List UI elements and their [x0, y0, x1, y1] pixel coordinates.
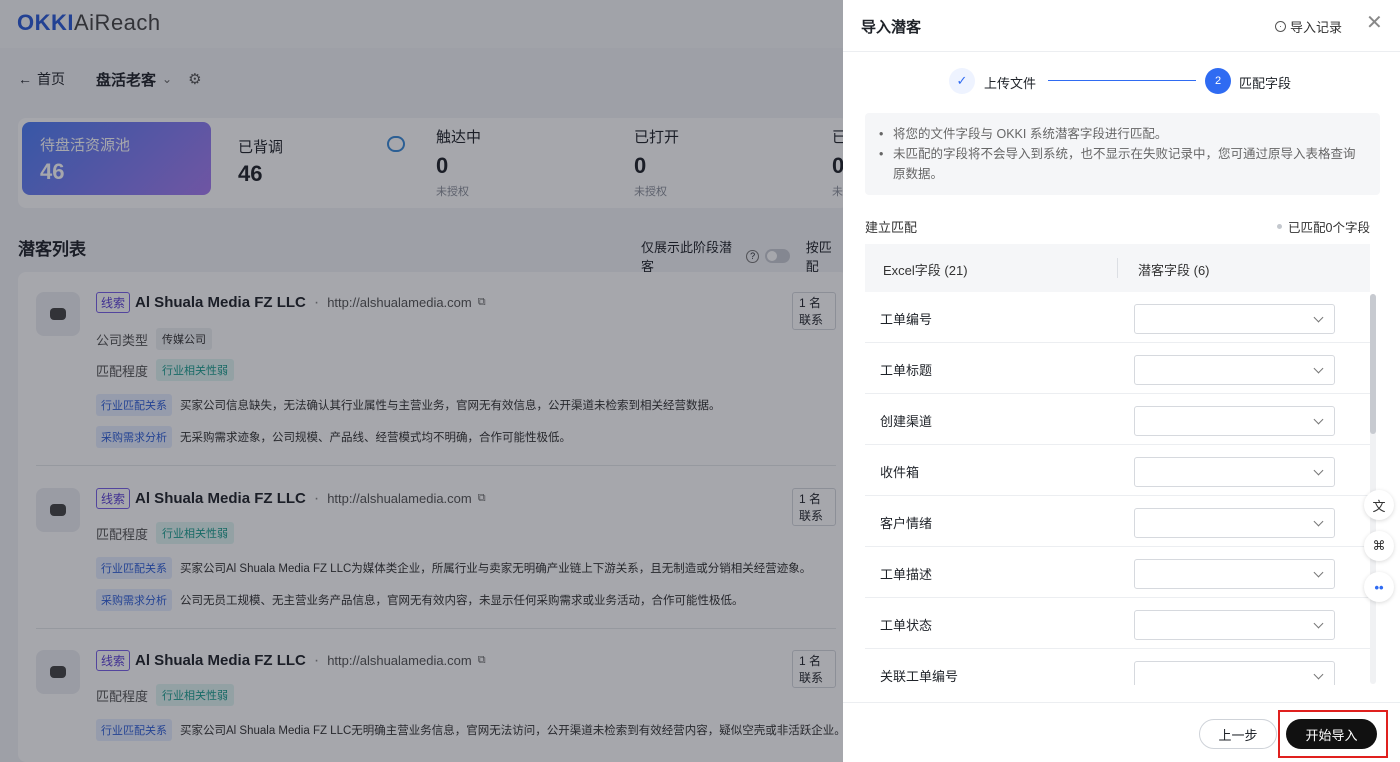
drawer-footer: 上一步 开始导入 — [843, 702, 1400, 762]
stepper: ✓ 上传文件 2 匹配字段 — [949, 68, 1299, 94]
column-separator — [1117, 258, 1118, 278]
scrollbar-thumb[interactable] — [1370, 294, 1376, 434]
notice-line: 将您的文件字段与 OKKI 系统潜客字段进行匹配。 — [879, 124, 1366, 144]
step-upload-label: 上传文件 — [984, 76, 1037, 91]
drawer-header: 导入潜客 · 导入记录 ✕ — [843, 0, 1400, 52]
close-icon[interactable]: ✕ — [1366, 13, 1383, 33]
lead-field-select[interactable] — [1134, 457, 1335, 487]
check-icon: ✓ — [949, 68, 975, 94]
step-number: 2 — [1205, 68, 1231, 94]
excel-field: 创建渠道 — [880, 414, 933, 429]
lead-field-select[interactable] — [1134, 610, 1335, 640]
table-row: 工单描述 — [865, 547, 1370, 598]
prev-step-button[interactable]: 上一步 — [1199, 719, 1277, 749]
import-drawer: 导入潜客 · 导入记录 ✕ ✓ 上传文件 2 匹配字段 将您的文件字段与 OKK… — [843, 0, 1400, 762]
mapping-label: 建立匹配 — [865, 220, 918, 235]
lead-field-select[interactable] — [1134, 508, 1335, 538]
mapping-table-header: Excel字段 (21) 潜客字段 (6) — [865, 244, 1370, 292]
step-connector — [1048, 80, 1196, 81]
table-row: 客户情绪 — [865, 496, 1370, 547]
step-match-label: 匹配字段 — [1239, 76, 1292, 91]
import-history-label: 导入记录 — [1290, 20, 1343, 35]
highlight-box — [1278, 710, 1388, 758]
table-row: 工单编号 — [865, 292, 1370, 343]
main-app: OKKIAiReach ← 首页 盘活老客 ⌄ ⚙ 待盘活资源池 46 已背调 … — [0, 0, 843, 762]
floating-tools: 文 ⌘ •• — [1364, 490, 1394, 613]
lead-field-select[interactable] — [1134, 406, 1335, 436]
translate-icon[interactable]: 文 — [1364, 490, 1394, 520]
excel-field: 工单编号 — [880, 312, 933, 327]
scrollbar[interactable] — [1370, 294, 1376, 684]
lead-field-select[interactable] — [1134, 661, 1335, 685]
table-row: 工单状态 — [865, 598, 1370, 649]
excel-field: 工单描述 — [880, 567, 933, 582]
col-excel-header: Excel字段 (21) — [883, 263, 968, 278]
matched-count: 已匹配0个字段 — [1277, 217, 1370, 236]
table-row: 关联工单编号 — [865, 649, 1370, 685]
notice-box: 将您的文件字段与 OKKI 系统潜客字段进行匹配。 未匹配的字段将不会导入到系统… — [865, 113, 1380, 195]
lead-field-select[interactable] — [1134, 304, 1335, 334]
notice-line: 未匹配的字段将不会导入到系统，也不显示在失败记录中，您可通过原导入表格查询原数据… — [879, 144, 1366, 184]
mapping-table-body[interactable]: 工单编号 工单标题 创建渠道 收件箱 客户情绪 工单描述 工单状态 关联工单编号 — [865, 292, 1370, 685]
assistant-robot-icon[interactable]: •• — [1364, 572, 1394, 602]
matched-count-text: 已匹配0个字段 — [1288, 221, 1370, 235]
import-history-button[interactable]: · 导入记录 — [1275, 17, 1342, 36]
lead-field-select[interactable] — [1134, 355, 1335, 385]
excel-field: 工单状态 — [880, 618, 933, 633]
col-lead-header: 潜客字段 (6) — [1138, 263, 1210, 278]
drawer-title: 导入潜客 — [861, 19, 922, 36]
command-icon[interactable]: ⌘ — [1364, 531, 1394, 561]
excel-field: 客户情绪 — [880, 516, 933, 531]
excel-field: 收件箱 — [880, 465, 920, 480]
modal-backdrop[interactable] — [0, 0, 843, 762]
status-dot-icon — [1277, 224, 1282, 229]
lead-field-select[interactable] — [1134, 559, 1335, 589]
table-row: 收件箱 — [865, 445, 1370, 496]
history-icon: · — [1275, 21, 1286, 32]
table-row: 工单标题 — [865, 343, 1370, 394]
excel-field: 工单标题 — [880, 363, 933, 378]
table-row: 创建渠道 — [865, 394, 1370, 445]
excel-field: 关联工单编号 — [880, 669, 959, 684]
